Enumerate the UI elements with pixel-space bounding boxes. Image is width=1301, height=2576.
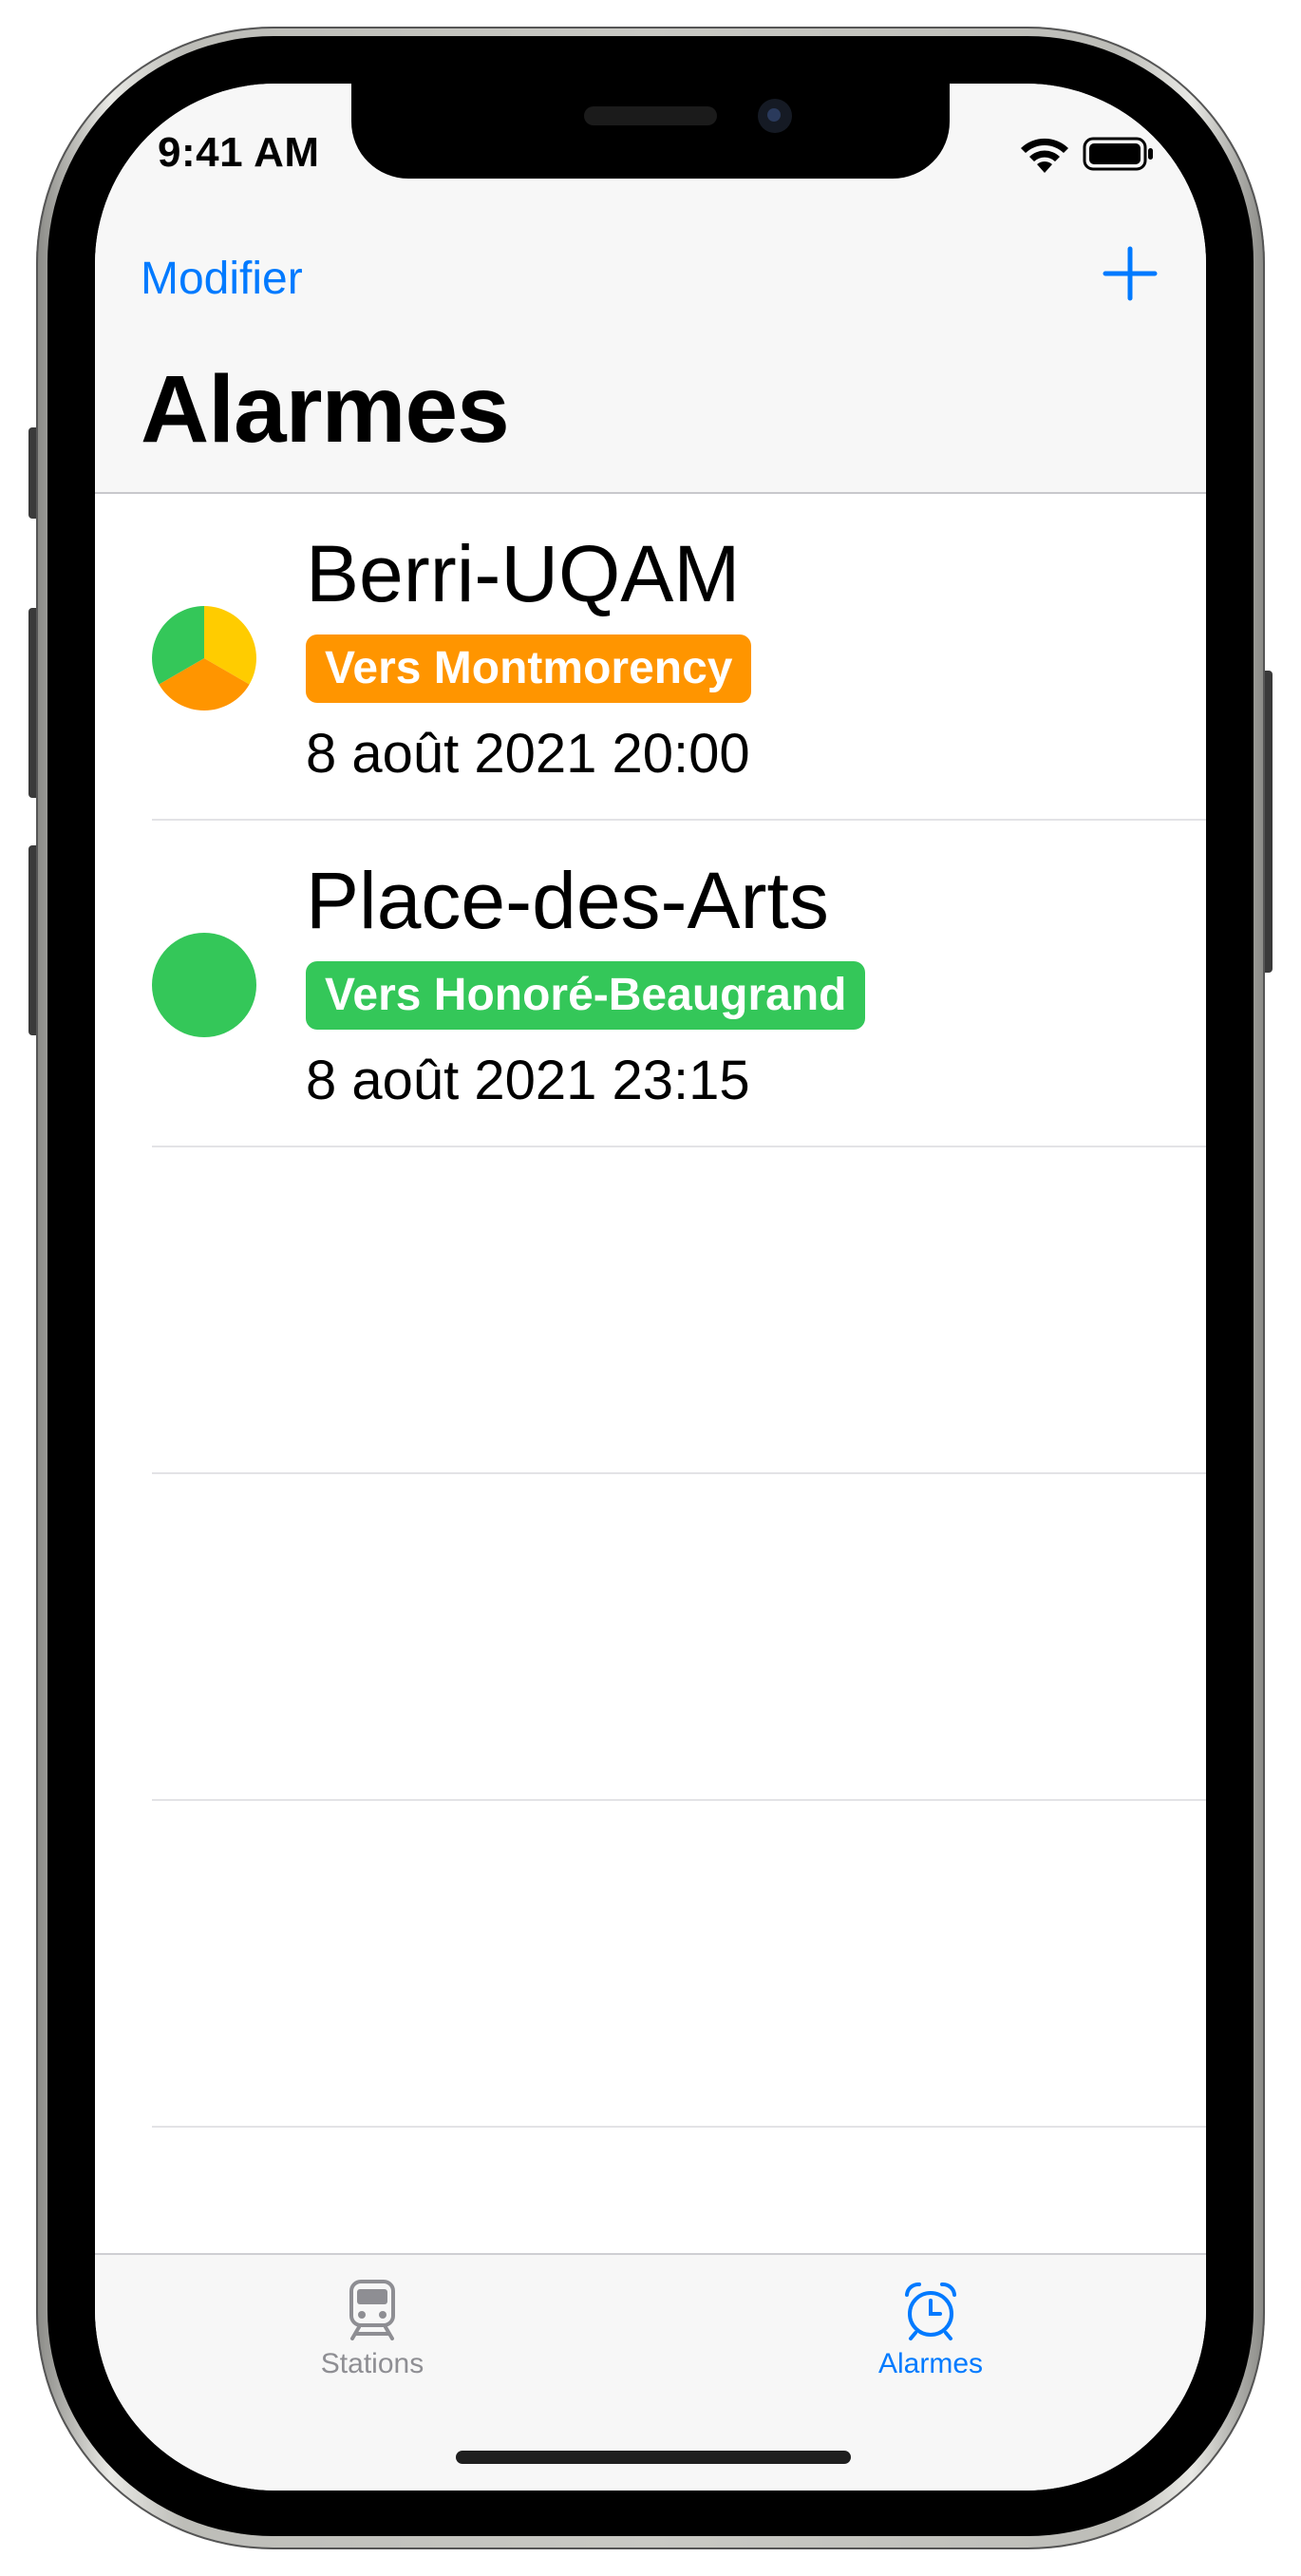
metro-lines-pie-icon (152, 606, 256, 710)
plus-icon[interactable] (1102, 245, 1159, 302)
tab-stations[interactable]: Stations (230, 2280, 515, 2394)
empty-row-divider (152, 2126, 1206, 2128)
alarm-row[interactable]: Place-des-Arts Vers Honoré-Beaugrand 8 a… (95, 821, 1206, 1147)
tab-alarmes-label: Alarmes (877, 2348, 984, 2379)
metro-line-dot-icon (152, 933, 256, 1037)
screen: 9:41 AM Modifier Alarmes Berri-UQAM Vers… (95, 84, 1206, 2491)
alarm-row[interactable]: Berri-UQAM Vers Montmorency 8 août 2021 … (95, 494, 1206, 821)
notch (351, 84, 950, 179)
status-time: 9:41 AM (158, 129, 320, 176)
direction-badge: Vers Montmorency (306, 635, 752, 703)
station-name: Place-des-Arts (306, 856, 829, 945)
empty-row-divider (152, 1472, 1206, 1474)
direction-badge: Vers Honoré-Beaugrand (306, 961, 866, 1030)
home-indicator[interactable] (456, 2451, 851, 2464)
tab-alarmes[interactable]: Alarmes (788, 2280, 1073, 2394)
speaker-grille (584, 106, 717, 125)
alarm-clock-icon (905, 2282, 956, 2340)
edit-button[interactable]: Modifier (141, 253, 303, 305)
wifi-icon (1021, 138, 1068, 173)
empty-row-divider (152, 1799, 1206, 1801)
alarm-datetime: 8 août 2021 20:00 (306, 723, 750, 785)
tab-stations-label: Stations (320, 2348, 424, 2379)
page-title: Alarmes (141, 356, 510, 463)
station-name: Berri-UQAM (306, 529, 741, 618)
battery-icon (1083, 137, 1153, 171)
alarm-datetime: 8 août 2021 23:15 (306, 1050, 750, 1111)
train-icon (349, 2280, 395, 2340)
front-camera (758, 99, 792, 133)
row-divider (152, 1146, 1206, 1147)
phone-mockup: 9:41 AM Modifier Alarmes Berri-UQAM Vers… (0, 0, 1301, 2576)
